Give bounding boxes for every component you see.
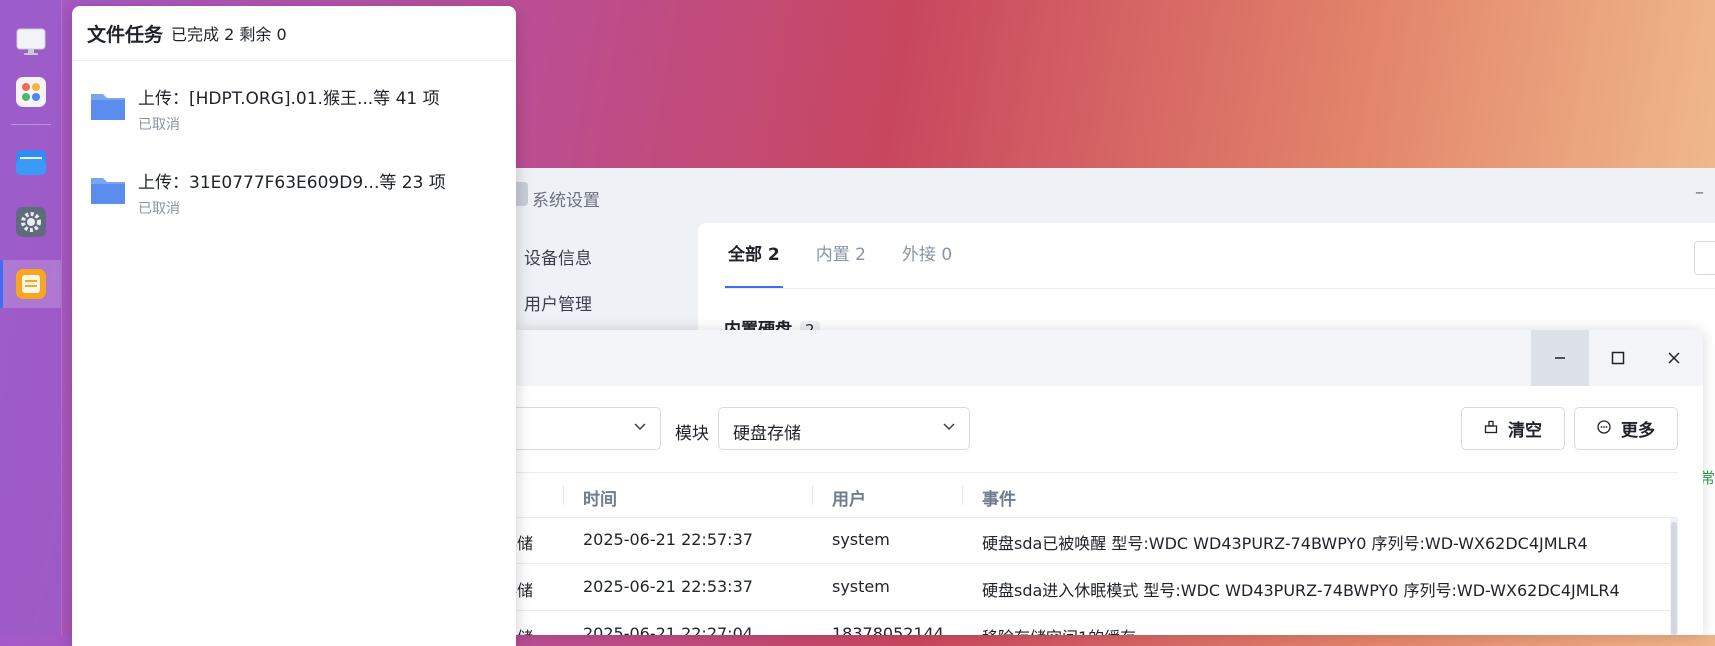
- app-grid-icon: [16, 77, 46, 107]
- table-row[interactable]: 存储 2025-06-21 22:53:37 system 硬盘sda进入休眠模…: [516, 564, 1678, 611]
- app-dock: [0, 0, 62, 635]
- clear-button-label: 清空: [1508, 421, 1542, 441]
- file-manager-dock-item[interactable]: [11, 142, 51, 182]
- category-select[interactable]: [516, 407, 661, 450]
- monitor-icon: [16, 28, 46, 55]
- chevron-down-icon: [632, 418, 648, 438]
- column-divider: [563, 485, 564, 505]
- cell-module: 存储: [516, 624, 533, 635]
- task-text: 上传：[HDPT.ORG].01.猴王...等 41 项 已取消: [138, 88, 440, 134]
- table-row[interactable]: 存储 2025-06-21 22:57:37 system 硬盘sda已被唤醒 …: [516, 517, 1678, 564]
- close-button[interactable]: [1645, 330, 1703, 386]
- more-icon: [1597, 419, 1611, 438]
- dock-separator: [11, 124, 51, 125]
- more-button-label: 更多: [1621, 421, 1655, 441]
- file-tasks-panel: 文件任务 已完成 2 剩余 0 上传：[HDPT.ORG].01.猴王...等 …: [72, 6, 516, 646]
- tab-external[interactable]: 外接 0: [902, 223, 952, 288]
- module-filter-label: 模块: [675, 424, 709, 444]
- task-item[interactable]: 上传：[HDPT.ORG].01.猴王...等 41 项 已取消: [90, 88, 440, 134]
- task-name: 上传：[HDPT.ORG].01.猴王...等 41 项: [138, 89, 440, 109]
- task-list-dock-item[interactable]: [11, 264, 51, 304]
- cell-user: system: [832, 577, 890, 596]
- nav-item-device-info[interactable]: 设备信息: [524, 244, 592, 269]
- minimize-icon[interactable]: –: [1695, 182, 1715, 203]
- clear-button[interactable]: 清空: [1461, 407, 1565, 450]
- module-select-value: 硬盘存储: [733, 424, 801, 444]
- column-header-time[interactable]: 时间: [583, 485, 617, 510]
- cell-time: 2025-06-21 22:57:37: [583, 530, 753, 549]
- task-name: 上传：31E0777F63E609D9...等 23 项: [138, 173, 446, 193]
- log-window: 模块 硬盘存储 清空 更多 时间 用户 事件 存储 2025-06-21 22:…: [516, 330, 1703, 635]
- column-header-event[interactable]: 事件: [982, 485, 1016, 510]
- settings-toolbar-button[interactable]: [1694, 241, 1715, 275]
- tab-all[interactable]: 全部 2: [725, 223, 783, 288]
- log-table-header: 时间 用户 事件: [516, 472, 1678, 518]
- minimize-icon: [1555, 357, 1565, 359]
- cell-time: 2025-06-21 22:53:37: [583, 577, 753, 596]
- maximize-button[interactable]: [1589, 330, 1647, 386]
- table-row[interactable]: 存储 2025-06-21 22:27:04 18378052144 移除存储空…: [516, 611, 1678, 635]
- minimize-button[interactable]: [1531, 330, 1589, 386]
- cell-event: 硬盘sda进入休眠模式 型号:WDC WD43PURZ-74BWPY0 序列号:…: [982, 581, 1620, 600]
- column-divider: [812, 485, 813, 505]
- file-tasks-title: 文件任务: [87, 23, 164, 46]
- tab-internal[interactable]: 内置 2: [816, 223, 866, 288]
- maximize-icon: [1611, 351, 1625, 365]
- task-status: 已取消: [138, 117, 180, 133]
- settings-window-title: 系统设置: [532, 191, 600, 211]
- app-center-dock-item[interactable]: [11, 72, 51, 112]
- module-select[interactable]: 硬盘存储: [718, 407, 970, 450]
- column-divider: [962, 485, 963, 505]
- cell-event: 硬盘sda已被唤醒 型号:WDC WD43PURZ-74BWPY0 序列号:WD…: [982, 534, 1588, 553]
- settings-dock-item[interactable]: [11, 202, 51, 242]
- table-scrollbar-thumb[interactable]: [1671, 522, 1677, 635]
- cell-event: 移除存储空间1的缓存: [982, 624, 1136, 635]
- task-list-icon: [16, 269, 46, 299]
- chevron-down-icon: [941, 418, 957, 438]
- gear-icon: [16, 207, 46, 237]
- log-window-titlebar: [516, 330, 1703, 386]
- file-tasks-header: 文件任务 已完成 2 剩余 0: [72, 6, 516, 61]
- cell-user: 18378052144: [832, 624, 944, 635]
- task-status: 已取消: [138, 201, 180, 217]
- tabs-divider: [724, 288, 1715, 289]
- broom-icon: [1484, 420, 1498, 438]
- cell-module: 存储: [516, 534, 534, 553]
- file-tasks-summary: 已完成 2 剩余 0: [171, 25, 287, 44]
- column-header-user[interactable]: 用户: [832, 485, 866, 510]
- cell-module: 存储: [516, 581, 534, 600]
- folder-icon: [91, 94, 125, 120]
- disk-tabs: 全部 2 内置 2 外接 0: [725, 223, 988, 288]
- more-button[interactable]: 更多: [1574, 407, 1678, 450]
- cell-time: 2025-06-21 22:27:04: [583, 624, 753, 635]
- nav-item-user-management[interactable]: 用户管理: [524, 290, 592, 315]
- task-item[interactable]: 上传：31E0777F63E609D9...等 23 项 已取消: [90, 172, 446, 218]
- close-icon: [1668, 352, 1680, 364]
- folder-icon: [16, 150, 46, 175]
- task-text: 上传：31E0777F63E609D9...等 23 项 已取消: [138, 172, 446, 218]
- folder-icon: [91, 178, 125, 204]
- desktop-dock-item[interactable]: [11, 22, 51, 62]
- cell-user: system: [832, 530, 890, 549]
